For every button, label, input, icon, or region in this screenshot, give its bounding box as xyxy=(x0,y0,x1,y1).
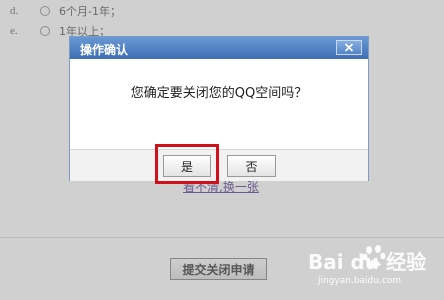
dialog-footer xyxy=(70,149,368,181)
watermark-url: jingyan.baidu.com xyxy=(318,276,402,286)
watermark-brand: Bai du 经验 xyxy=(308,250,427,274)
dialog-titlebar: 操作确认 xyxy=(70,37,368,59)
highlight-box xyxy=(155,144,219,184)
watermark-logo: Bai du 经验 jingyan.baidu.com xyxy=(300,245,440,296)
no-button[interactable]: 否 xyxy=(227,155,276,177)
confirm-dialog: 操作确认 您确定要关闭您的QQ空间吗？ xyxy=(69,36,369,181)
dialog-title: 操作确认 xyxy=(80,43,129,57)
dialog-message: 您确定要关闭您的QQ空间吗？ xyxy=(130,86,308,101)
close-button[interactable] xyxy=(336,40,362,55)
close-icon xyxy=(344,43,354,52)
